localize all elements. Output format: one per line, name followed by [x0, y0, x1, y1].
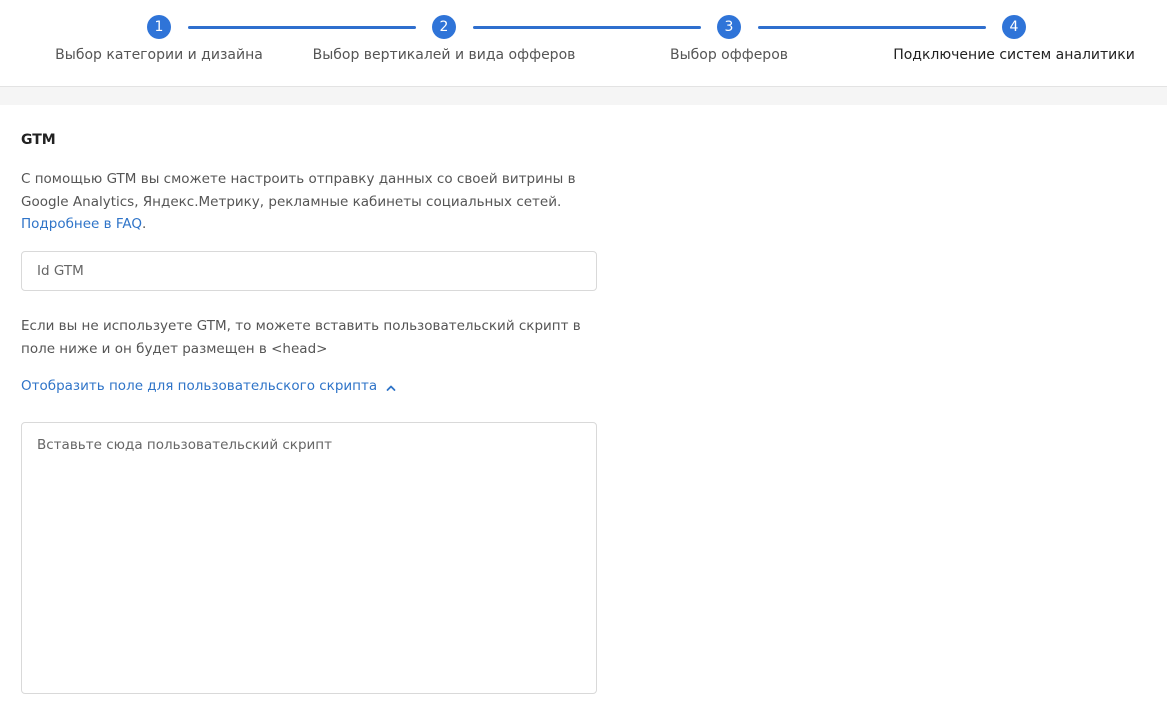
step-1-label[interactable]: Выбор категории и дизайна [55, 47, 263, 63]
step-2-label[interactable]: Выбор вертикалей и вида офферов [313, 47, 576, 63]
gtm-section-title: GTM [21, 132, 56, 148]
step-3-indicator[interactable]: 3 [717, 15, 741, 39]
progress-stepper: 1 2 3 4 Выбор категории и дизайна Выбор … [0, 0, 1167, 87]
chevron-up-icon [386, 381, 396, 391]
gtm-id-input[interactable]: Id GTM [21, 251, 597, 291]
step-3-label[interactable]: Выбор офферов [670, 47, 788, 63]
gtm-id-placeholder: Id GTM [37, 263, 84, 279]
step-4-label[interactable]: Подключение систем аналитики [893, 47, 1135, 63]
step-4-indicator[interactable]: 4 [1002, 15, 1026, 39]
show-custom-script-toggle[interactable]: Отобразить поле для пользовательского ск… [21, 378, 396, 394]
step-connector [758, 26, 986, 29]
step-2-indicator[interactable]: 2 [432, 15, 456, 39]
step-1-indicator[interactable]: 1 [147, 15, 171, 39]
page-divider-band [0, 87, 1167, 105]
gtm-description: С помощью GTM вы сможете настроить отпра… [21, 168, 601, 236]
gtm-description-text: С помощью GTM вы сможете настроить отпра… [21, 171, 576, 210]
faq-link-suffix: . [142, 216, 147, 232]
faq-link[interactable]: Подробнее в FAQ [21, 216, 142, 232]
custom-script-textarea[interactable]: Вставьте сюда пользовательский скрипт [21, 422, 597, 694]
step-connector [473, 26, 701, 29]
toggle-label: Отобразить поле для пользовательского ск… [21, 378, 378, 394]
custom-script-note: Если вы не используете GTM, то можете вс… [21, 318, 581, 357]
custom-script-placeholder: Вставьте сюда пользовательский скрипт [37, 437, 332, 453]
step-connector [188, 26, 416, 29]
